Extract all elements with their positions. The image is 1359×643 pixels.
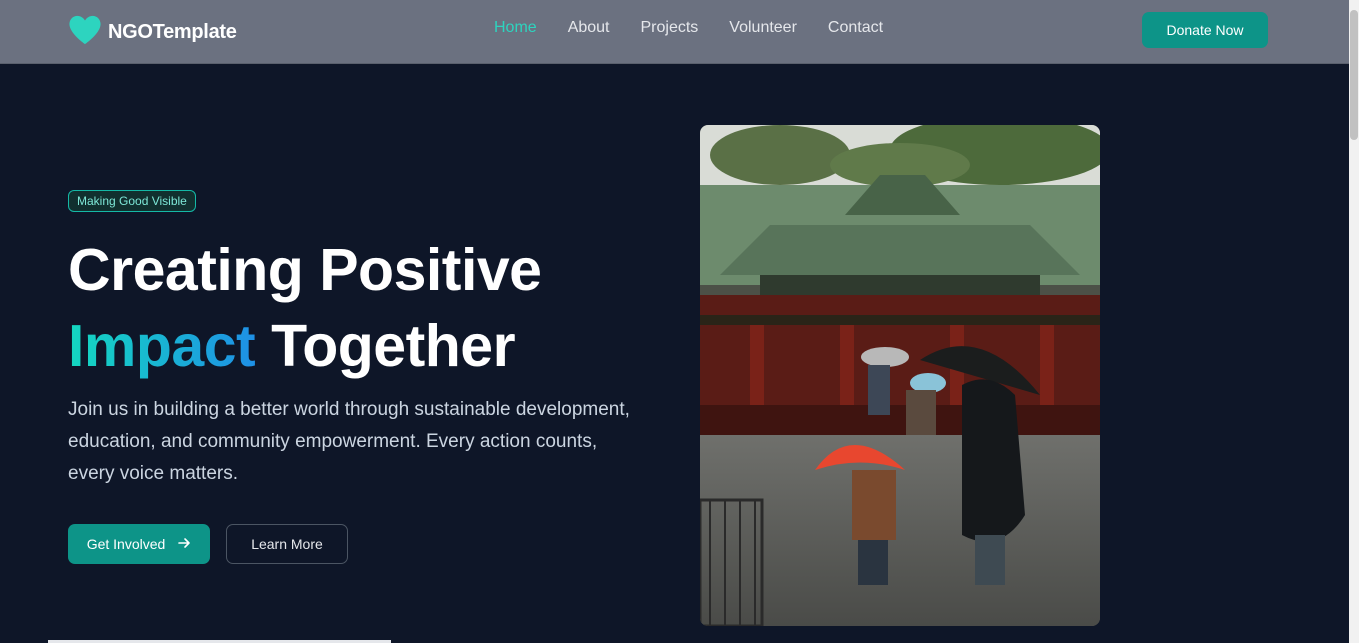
hero-badge: Making Good Visible: [68, 190, 196, 212]
nav-link-projects[interactable]: Projects: [641, 19, 699, 37]
logo-text: NGOTemplate: [108, 21, 237, 43]
scrollbar-thumb[interactable]: [1350, 10, 1358, 140]
logo[interactable]: NGOTemplate: [68, 14, 237, 51]
donate-button[interactable]: Donate Now: [1142, 12, 1268, 48]
hero-description: Join us in building a better world throu…: [68, 399, 630, 484]
nav-link-home[interactable]: Home: [494, 19, 537, 37]
scrollbar[interactable]: [1349, 0, 1359, 643]
nav-link-contact[interactable]: Contact: [828, 19, 883, 37]
learn-more-button[interactable]: Learn More: [226, 524, 348, 564]
heart-icon: [68, 14, 102, 51]
hero-image: [700, 125, 1100, 626]
hero-title-highlight: Impact: [68, 313, 256, 379]
nav-links: Home About Projects Volunteer Contact: [494, 19, 883, 37]
hero-title-rest: Together: [255, 313, 516, 379]
nav-link-volunteer[interactable]: Volunteer: [729, 19, 797, 37]
get-involved-label: Get Involved: [86, 536, 166, 552]
arrow-right-icon: [177, 536, 191, 553]
get-involved-button[interactable]: Get Involved: [68, 524, 210, 564]
nav-link-about[interactable]: About: [568, 19, 610, 37]
navbar: NGOTemplate Home About Projects Voluntee…: [0, 0, 1349, 64]
hero-title: Creating Positive Impact Together: [68, 232, 542, 384]
hero-title-line1: Creating Positive: [68, 237, 542, 303]
